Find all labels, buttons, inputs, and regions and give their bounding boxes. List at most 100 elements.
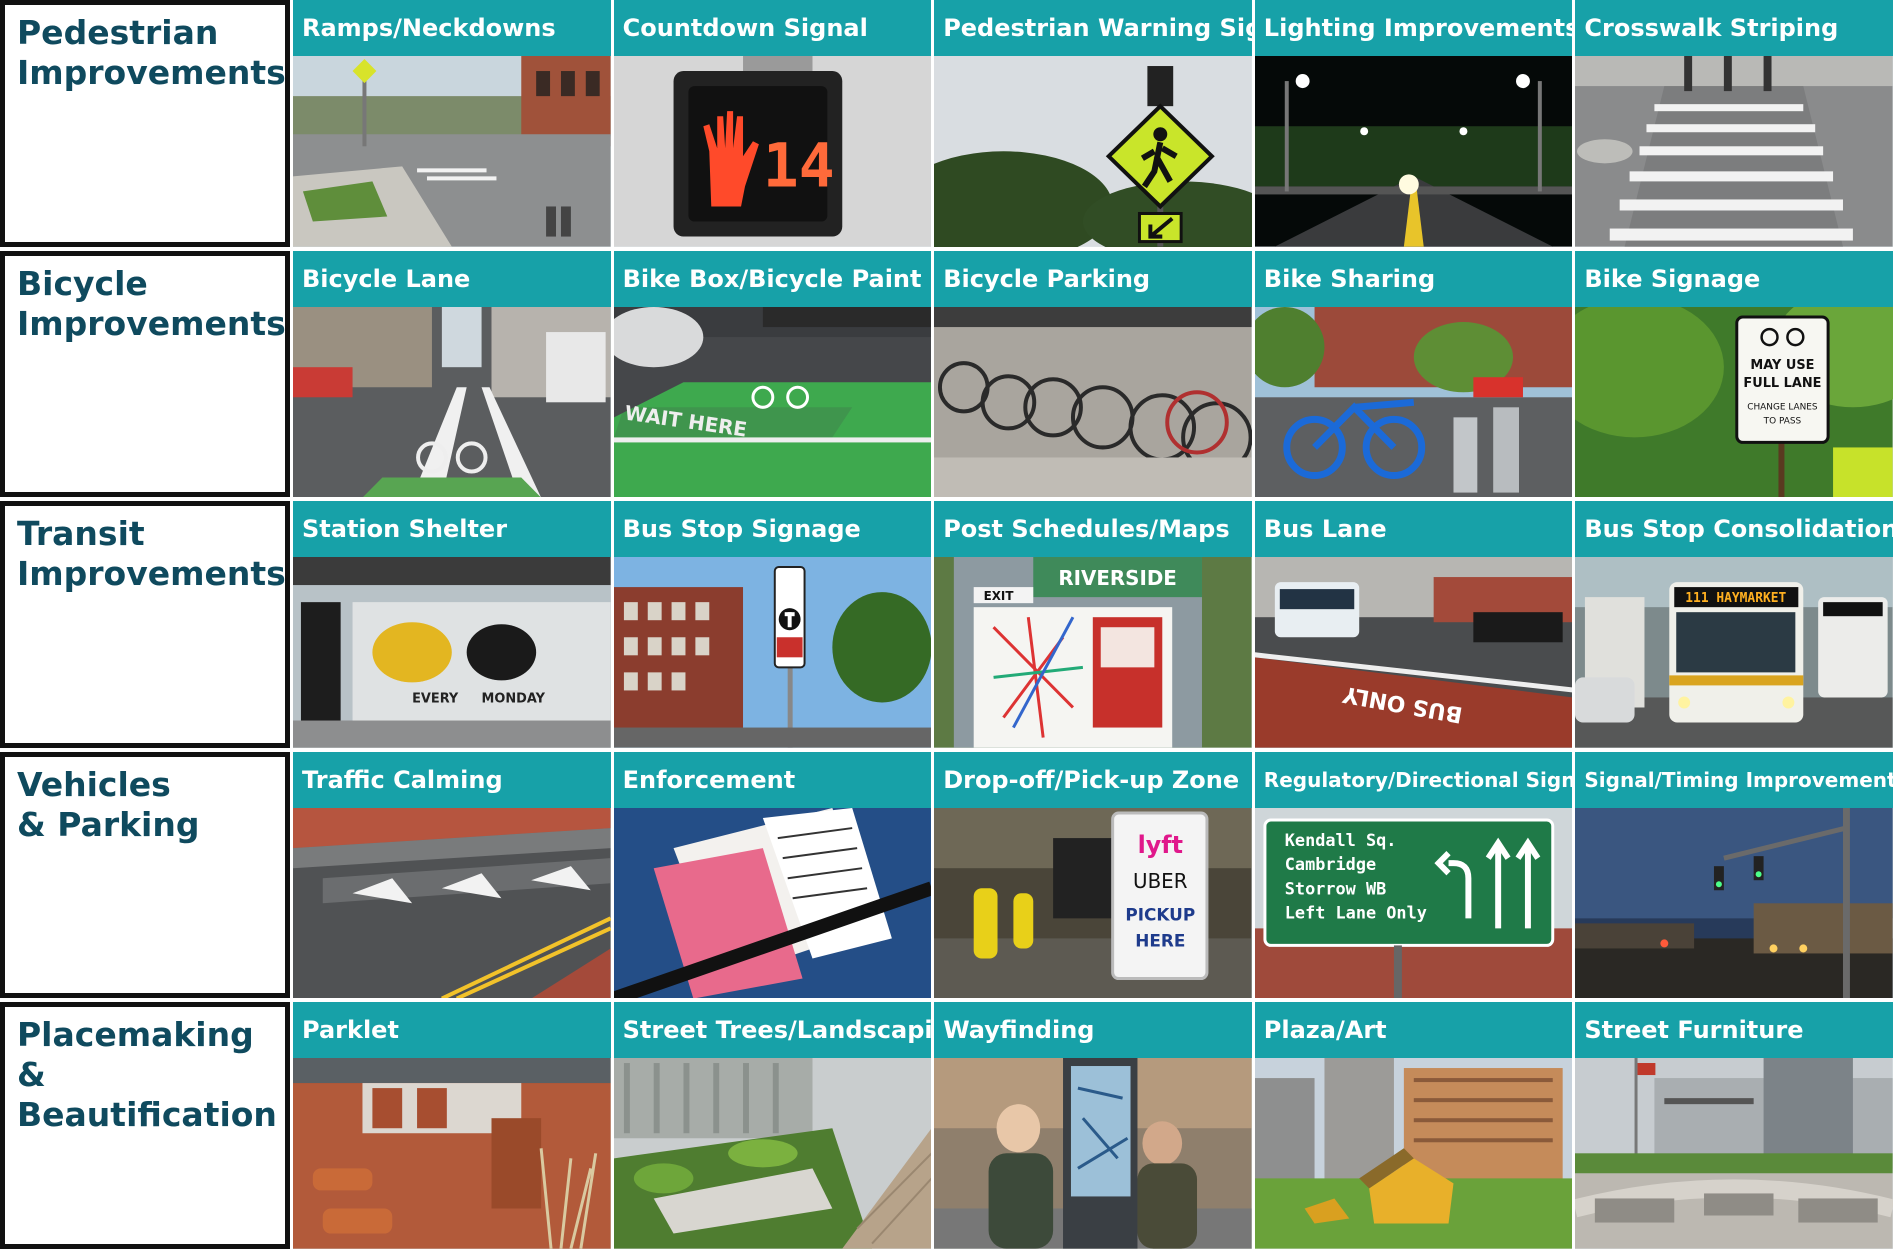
countdown-signal-photo: 14 — [613, 56, 932, 247]
row-label-line: & Beautification — [17, 1055, 277, 1135]
bicycle-rack-photo — [934, 306, 1252, 498]
tile-title: Ramps/Neckdowns — [293, 0, 611, 56]
bus-destination: 111 HAYMARKET — [1686, 591, 1787, 606]
tile-bike-sharing: Bike Sharing — [1254, 250, 1573, 498]
tile-title: Parklet — [293, 1002, 611, 1059]
bus-lane-photo: BUS ONLY — [1254, 557, 1573, 748]
bus-shelter-photo: EVERY MONDAY — [293, 557, 611, 748]
tile-wayfinding: Wayfinding — [934, 1002, 1252, 1249]
sign-line: UBER — [1133, 869, 1188, 893]
row-label-line: Improvements — [17, 53, 286, 92]
tile-title: Crosswalk Striping — [1575, 0, 1893, 56]
sign-line: PICKUP — [1126, 904, 1196, 924]
traffic-signal-photo — [1575, 807, 1893, 999]
row-label-vehicles-parking: Vehicles & Parking — [0, 751, 290, 999]
rideshare-pickup-photo: lyft UBER PICKUP HERE — [934, 807, 1252, 999]
tile-bike-signage: Bike Signage MAY USE FULL LANE CHANGE LA… — [1575, 250, 1893, 498]
transit-map-photo: RIVERSIDE EXIT — [934, 557, 1252, 748]
landscaping-photo — [613, 1058, 932, 1249]
tile-title: Bicycle Parking — [934, 250, 1252, 307]
street-lighting-photo — [1254, 56, 1573, 247]
sign-line: CHANGE LANES — [1748, 402, 1819, 412]
street-furniture-photo — [1575, 1058, 1893, 1249]
improvements-matrix: Pedestrian Improvements Ramps/Neckdowns … — [0, 0, 1893, 1249]
tile-street-furniture: Street Furniture — [1575, 1002, 1893, 1249]
bicycle-lane-photo — [293, 306, 611, 498]
tile-title: Street Trees/Landscaping — [613, 1002, 932, 1059]
tile-ramps-neckdowns: Ramps/Neckdowns — [293, 0, 611, 247]
parklet-photo — [293, 1058, 611, 1249]
tile-title: Bike Signage — [1575, 250, 1893, 307]
tile-parklet: Parklet — [293, 1002, 611, 1249]
curb-ramp-photo — [293, 56, 611, 247]
row-label-line: Improvements — [17, 303, 286, 343]
tile-bike-box: Bike Box/Bicycle Paint WAIT HERE — [613, 250, 932, 498]
tile-title: Bike Sharing — [1254, 250, 1573, 307]
sign-line: Cambridge — [1285, 854, 1376, 874]
tile-title: Bicycle Lane — [293, 250, 611, 307]
tile-title: Lighting Improvements — [1254, 0, 1573, 56]
row-label-line: Pedestrian — [17, 13, 219, 52]
tile-title: Post Schedules/Maps — [934, 501, 1252, 558]
sign-line: MAY USE — [1751, 358, 1815, 373]
bike-share-photo — [1254, 306, 1573, 498]
row-label-line: Placemaking — [17, 1015, 254, 1055]
tile-title: Plaza/Art — [1254, 1002, 1573, 1059]
tile-countdown-signal: Countdown Signal 14 — [613, 0, 932, 247]
tile-bus-stop-signage: Bus Stop Signage — [613, 501, 932, 748]
pedestrian-warning-sign-photo — [934, 56, 1252, 247]
row-label-bicycle: Bicycle Improvements — [0, 250, 290, 498]
exit-label: EXIT — [984, 589, 1015, 603]
tile-title: Bike Box/Bicycle Paint — [613, 250, 932, 307]
tile-enforcement: Enforcement — [613, 751, 932, 999]
sign-line: FULL LANE — [1744, 376, 1822, 391]
sign-line: lyft — [1138, 831, 1183, 859]
row-label-line: & Parking — [17, 804, 200, 844]
tile-title: Traffic Calming — [293, 751, 611, 808]
ad-line: MONDAY — [482, 692, 546, 707]
tile-bicycle-lane: Bicycle Lane — [293, 250, 611, 498]
guide-sign-photo: Kendall Sq. Cambridge Storrow WB Left La… — [1254, 807, 1573, 999]
tile-title: Regulatory/Directional Signs — [1254, 751, 1573, 808]
tile-title: Drop-off/Pick-up Zone — [934, 751, 1252, 808]
tile-drop-off-pick-up-zone: Drop-off/Pick-up Zone lyft UBER PICKUP H… — [934, 751, 1252, 999]
tile-title: Bus Stop Consolidation — [1575, 501, 1893, 558]
tile-title: Pedestrian Warning Signs — [934, 0, 1252, 56]
plaza-art-photo — [1254, 1058, 1573, 1249]
tile-plaza-art: Plaza/Art — [1254, 1002, 1573, 1249]
tile-title: Bus Stop Signage — [613, 501, 932, 558]
tile-bus-stop-consolidation: Bus Stop Consolidation 111 HAYMARKET — [1575, 501, 1893, 748]
tile-regulatory-directional-signs: Regulatory/Directional Signs Kendall Sq.… — [1254, 751, 1573, 999]
tile-title: Wayfinding — [934, 1002, 1252, 1059]
countdown-number: 14 — [762, 131, 834, 201]
tile-title: Street Furniture — [1575, 1002, 1893, 1059]
tile-signal-timing-improvements: Signal/Timing Improvements — [1575, 751, 1893, 999]
sign-line: Storrow WB — [1285, 878, 1387, 898]
bike-box-photo: WAIT HERE — [613, 306, 932, 498]
sign-line: Kendall Sq. — [1285, 830, 1397, 850]
tile-crosswalk-striping: Crosswalk Striping — [1575, 0, 1893, 247]
sign-line: HERE — [1135, 930, 1185, 950]
row-label-line: Bicycle — [17, 263, 148, 303]
station-name: RIVERSIDE — [1059, 566, 1177, 590]
tile-bus-lane: Bus Lane BUS ONLY — [1254, 501, 1573, 748]
tile-street-trees-landscaping: Street Trees/Landscaping — [613, 1002, 932, 1249]
bike-sign-photo: MAY USE FULL LANE CHANGE LANES TO PASS — [1575, 306, 1893, 498]
tile-title: Countdown Signal — [613, 0, 932, 56]
crosswalk-photo — [1575, 56, 1893, 247]
row-label-pedestrian: Pedestrian Improvements — [0, 0, 290, 247]
sign-line: Left Lane Only — [1285, 902, 1427, 922]
bus-stop-sign-photo — [613, 557, 932, 748]
speed-hump-photo — [293, 807, 611, 999]
tile-title: Station Shelter — [293, 501, 611, 558]
row-label-placemaking: Placemaking & Beautification — [0, 1002, 290, 1249]
parking-ticket-photo — [613, 807, 932, 999]
tile-traffic-calming: Traffic Calming — [293, 751, 611, 999]
ad-line: EVERY — [412, 692, 459, 707]
wayfinding-kiosk-photo — [934, 1058, 1252, 1249]
tile-title: Enforcement — [613, 751, 932, 808]
tile-pedestrian-warning-signs: Pedestrian Warning Signs — [934, 0, 1252, 247]
row-label-line: Improvements — [17, 554, 286, 594]
tile-title: Bus Lane — [1254, 501, 1573, 558]
tile-bicycle-parking: Bicycle Parking — [934, 250, 1252, 498]
